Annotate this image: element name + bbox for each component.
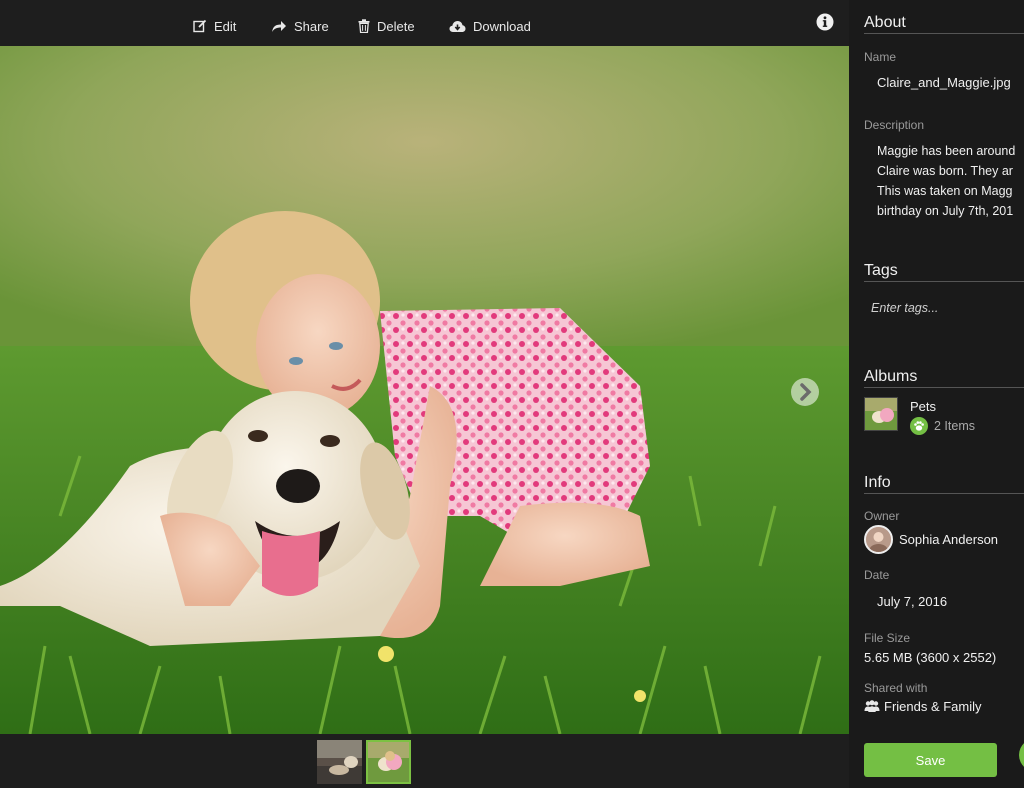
- album-name: Pets: [910, 399, 937, 414]
- date-label: Date: [864, 568, 890, 582]
- shared-value: Friends & Family: [884, 699, 982, 714]
- delete-label: Delete: [377, 18, 415, 34]
- shared-label: Shared with: [864, 681, 928, 695]
- info-heading: Info: [864, 474, 891, 491]
- cloud-download-icon: [449, 20, 466, 32]
- main-photo: [0, 46, 849, 734]
- details-sidebar: About Name Claire_and_Maggie.jpg Descrip…: [849, 0, 1024, 788]
- users-icon: [864, 700, 880, 712]
- description-value[interactable]: Maggie has been around Claire was born. …: [877, 141, 1024, 221]
- owner-value: Sophia Anderson: [899, 532, 999, 547]
- description-label: Description: [864, 118, 925, 132]
- albums-heading: Albums: [864, 368, 918, 385]
- thumbnail[interactable]: [317, 740, 362, 784]
- divider: [864, 493, 1024, 494]
- album-count-text: 2 Items: [934, 419, 975, 433]
- download-button[interactable]: Download: [449, 16, 531, 36]
- divider: [864, 33, 1024, 34]
- share-button[interactable]: Share: [271, 16, 329, 36]
- trash-icon: [358, 19, 370, 33]
- album-thumbnail: [864, 397, 898, 431]
- owner-label: Owner: [864, 509, 900, 523]
- filesize-label: File Size: [864, 631, 911, 645]
- shared-with: Friends & Family: [864, 699, 982, 714]
- date-value: July 7, 2016: [877, 594, 948, 609]
- share-icon: [272, 21, 286, 32]
- name-label: Name: [864, 50, 897, 64]
- about-heading: About: [864, 14, 906, 31]
- album-count: 2 Items: [910, 417, 975, 435]
- delete-button[interactable]: Delete: [358, 16, 415, 36]
- filmstrip: [0, 734, 849, 788]
- photo-viewer: [0, 46, 849, 734]
- thumbnail-selected[interactable]: [366, 740, 411, 784]
- edit-button[interactable]: Edit: [193, 16, 236, 36]
- share-label: Share: [294, 18, 329, 34]
- save-button[interactable]: Save: [864, 743, 997, 777]
- avatar: [864, 525, 893, 554]
- thumbnail-image: [317, 740, 362, 784]
- download-label: Download: [473, 18, 531, 34]
- divider: [864, 281, 1024, 282]
- toolbar: Edit Share Delete Download: [0, 0, 849, 46]
- album-item-pets[interactable]: Pets 2 Items: [864, 397, 1024, 435]
- divider: [864, 387, 1024, 388]
- tags-heading: Tags: [864, 262, 898, 279]
- thumbnail-image: [368, 742, 409, 782]
- paw-icon: [910, 417, 928, 435]
- name-value[interactable]: Claire_and_Maggie.jpg: [877, 75, 1011, 90]
- edit-label: Edit: [214, 18, 237, 34]
- edit-icon: [193, 19, 207, 33]
- filesize-value: 5.65 MB (3600 x 2552): [864, 650, 997, 665]
- info-icon[interactable]: [816, 13, 834, 31]
- tags-input[interactable]: [871, 301, 1021, 315]
- chevron-right-icon[interactable]: [790, 377, 820, 407]
- secondary-action-button[interactable]: [1019, 737, 1024, 773]
